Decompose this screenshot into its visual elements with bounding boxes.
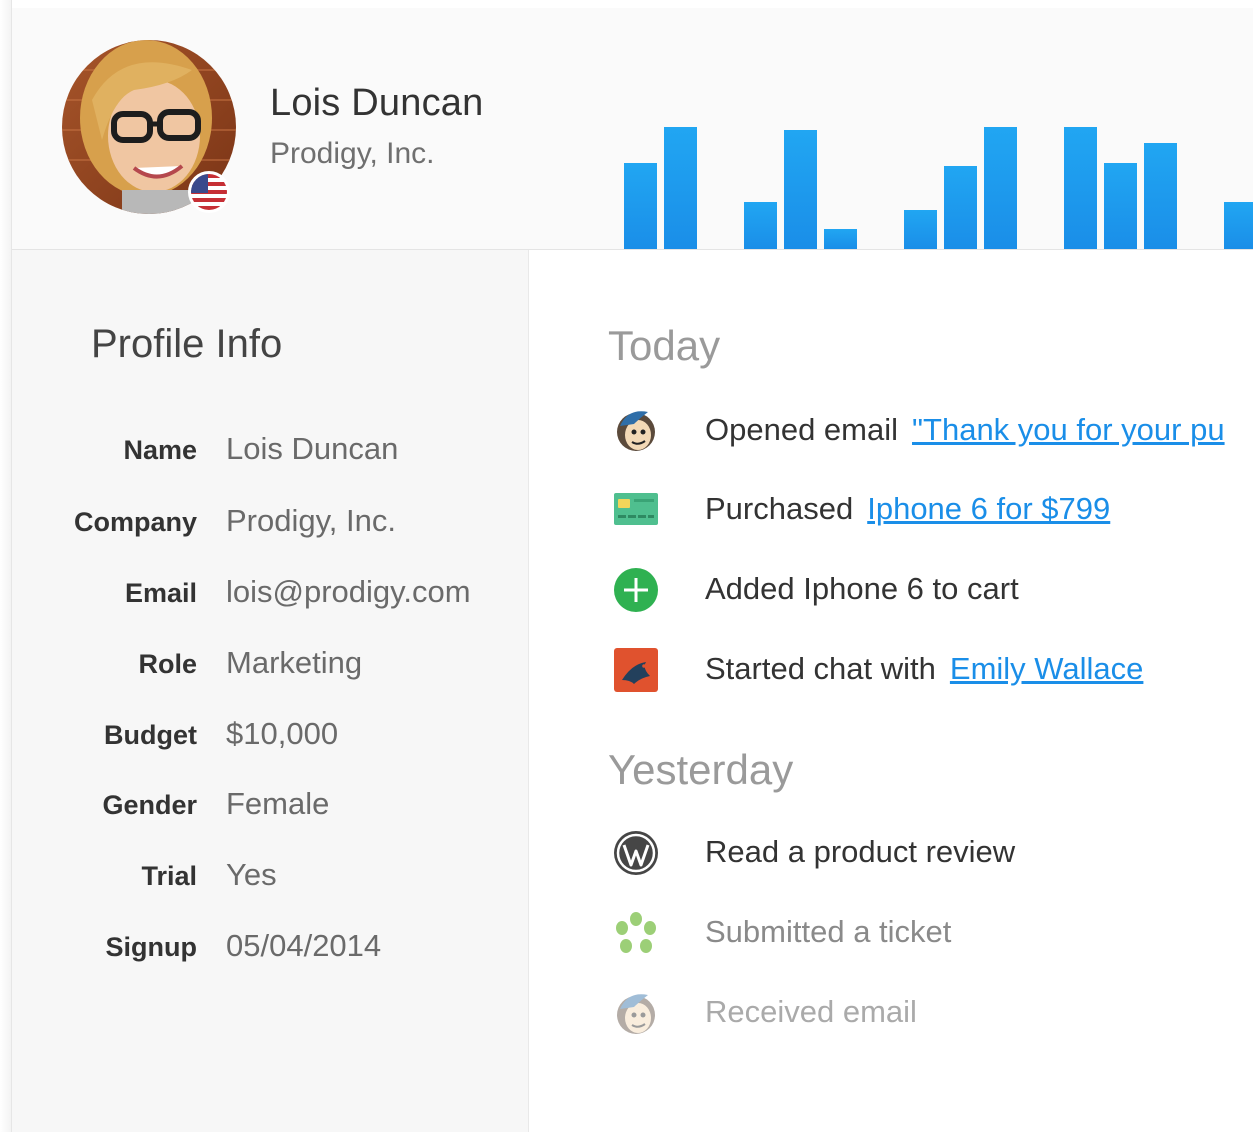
yesterday-heading: Yesterday bbox=[608, 746, 794, 793]
chart-bar bbox=[744, 202, 777, 249]
timeline-item-text: Opened email "Thank you for your pu bbox=[705, 412, 1225, 448]
timeline-item-text: Purchased Iphone 6 for $799 bbox=[705, 491, 1110, 527]
timeline-action: Started chat with bbox=[705, 651, 936, 686]
purchase-link[interactable]: Iphone 6 for $799 bbox=[867, 491, 1110, 526]
field-label: Signup bbox=[105, 932, 197, 962]
chart-bar bbox=[1064, 127, 1097, 249]
mailchimp-icon bbox=[612, 406, 660, 454]
timeline-item-text: Started chat with Emily Wallace bbox=[705, 651, 1143, 687]
mailchimp-icon bbox=[612, 989, 660, 1037]
chart-bar bbox=[624, 163, 657, 249]
field-label: Email bbox=[124, 578, 197, 608]
field-gender: Gender Female bbox=[12, 786, 529, 830]
chart-bar bbox=[1104, 163, 1137, 249]
field-name: Name Lois Duncan bbox=[12, 431, 529, 475]
wordpress-icon bbox=[612, 829, 660, 877]
field-budget: Budget $10,000 bbox=[12, 716, 529, 760]
chart-bar bbox=[824, 229, 857, 249]
field-email: Email lois@prodigy.com bbox=[12, 574, 529, 618]
timeline-item-text: Read a product review bbox=[705, 834, 1016, 869]
field-label: Name bbox=[123, 435, 197, 465]
chat-bird-icon bbox=[612, 646, 660, 694]
field-signup: Signup 05/04/2014 bbox=[12, 928, 529, 972]
timeline-item-text: Received email bbox=[705, 994, 917, 1029]
today-heading: Today bbox=[608, 322, 721, 369]
zendesk-icon bbox=[612, 910, 660, 958]
timeline-item: Submitted a ticket bbox=[530, 906, 1253, 966]
field-company: Company Prodigy, Inc. bbox=[12, 503, 529, 547]
chart-bar bbox=[984, 127, 1017, 249]
timeline-item: Opened email "Thank you for your pu bbox=[530, 404, 1253, 464]
field-value[interactable]: lois@prodigy.com bbox=[226, 574, 471, 610]
customer-name: Lois Duncan bbox=[270, 82, 484, 124]
us-flag-icon bbox=[188, 171, 230, 213]
field-value: 05/04/2014 bbox=[226, 928, 382, 963]
field-value: Lois Duncan bbox=[226, 431, 399, 466]
field-value: Yes bbox=[226, 857, 277, 892]
profile-info-panel: Profile Info Name Lois Duncan Company Pr… bbox=[12, 250, 529, 1132]
credit-card-icon bbox=[612, 489, 660, 537]
timeline-item: Received email bbox=[530, 986, 1253, 1046]
activity-chart-svg bbox=[624, 127, 1253, 249]
timeline-action: Opened email bbox=[705, 412, 899, 447]
chart-bar bbox=[784, 130, 817, 249]
field-value: Prodigy, Inc. bbox=[226, 503, 397, 538]
field-label: Role bbox=[138, 649, 197, 679]
timeline-item: Purchased Iphone 6 for $799 bbox=[530, 483, 1253, 543]
profile-info-title: Profile Info bbox=[91, 322, 283, 366]
field-label: Company bbox=[73, 507, 197, 537]
field-label: Gender bbox=[102, 790, 197, 820]
timeline-item: Added Iphone 6 to cart bbox=[530, 563, 1253, 623]
chart-bar bbox=[944, 166, 977, 249]
field-value: $10,000 bbox=[226, 716, 339, 751]
activity-chart bbox=[610, 118, 1253, 249]
customer-company: Prodigy, Inc. bbox=[270, 137, 435, 170]
field-role: Role Marketing bbox=[12, 645, 529, 689]
chat-contact-link[interactable]: Emily Wallace bbox=[950, 651, 1144, 686]
window-edge bbox=[0, 0, 12, 1132]
chart-bar bbox=[1224, 202, 1253, 249]
email-subject-link[interactable]: "Thank you for your pu bbox=[912, 412, 1225, 447]
field-value: Female bbox=[226, 786, 330, 821]
field-label: Trial bbox=[141, 861, 197, 891]
chart-bar bbox=[664, 127, 697, 249]
timeline-item-text: Added Iphone 6 to cart bbox=[705, 571, 1019, 606]
field-value: Marketing bbox=[226, 645, 363, 680]
activity-timeline: Today Opened email "Thank you for your pu bbox=[530, 250, 1253, 1132]
profile-header: Lois Duncan Prodigy, Inc. bbox=[12, 8, 1253, 250]
chart-bar bbox=[904, 210, 937, 249]
add-to-cart-icon bbox=[612, 566, 660, 614]
field-trial: Trial Yes bbox=[12, 857, 529, 901]
timeline-item: Read a product review bbox=[530, 826, 1253, 886]
chart-bar bbox=[1144, 143, 1177, 249]
timeline-action: Purchased bbox=[705, 491, 854, 526]
field-label: Budget bbox=[104, 720, 197, 750]
timeline-item-text: Submitted a ticket bbox=[705, 914, 952, 949]
customer-profile-window: Lois Duncan Prodigy, Inc. Profile Info N… bbox=[0, 0, 1253, 1132]
timeline-item: Started chat with Emily Wallace bbox=[530, 643, 1253, 703]
